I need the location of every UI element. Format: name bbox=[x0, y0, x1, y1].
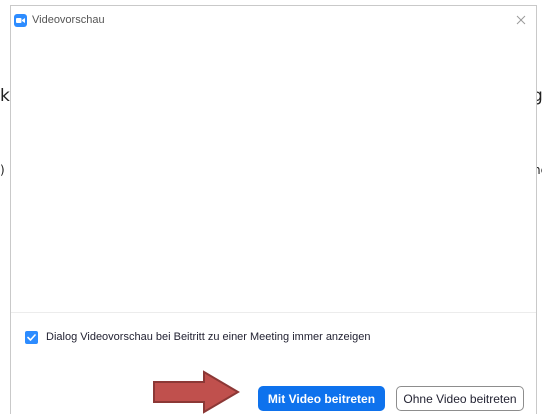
always-show-preview-checkbox[interactable] bbox=[25, 330, 38, 344]
always-show-preview-label[interactable]: Dialog Videovorschau bei Beitritt zu ein… bbox=[46, 331, 370, 343]
always-show-preview-option[interactable]: Dialog Videovorschau bei Beitritt zu ein… bbox=[25, 329, 370, 345]
video-preview-dialog: Videovorschau Dialog Videovorschau bei B… bbox=[10, 5, 537, 414]
screen: k g ) nc Videovorschau bbox=[0, 0, 542, 414]
background-text-fragment: k bbox=[0, 86, 10, 106]
join-with-video-button[interactable]: Mit Video beitreten bbox=[258, 386, 385, 411]
divider bbox=[11, 312, 536, 313]
zoom-video-icon bbox=[14, 14, 27, 27]
title-bar: Videovorschau bbox=[11, 6, 536, 34]
join-without-video-button[interactable]: Ohne Video beitreten bbox=[396, 386, 524, 411]
red-arrow-icon bbox=[153, 370, 240, 414]
background-text-fragment: ) bbox=[0, 163, 5, 177]
close-icon[interactable] bbox=[514, 13, 528, 27]
window-title: Videovorschau bbox=[32, 14, 105, 26]
